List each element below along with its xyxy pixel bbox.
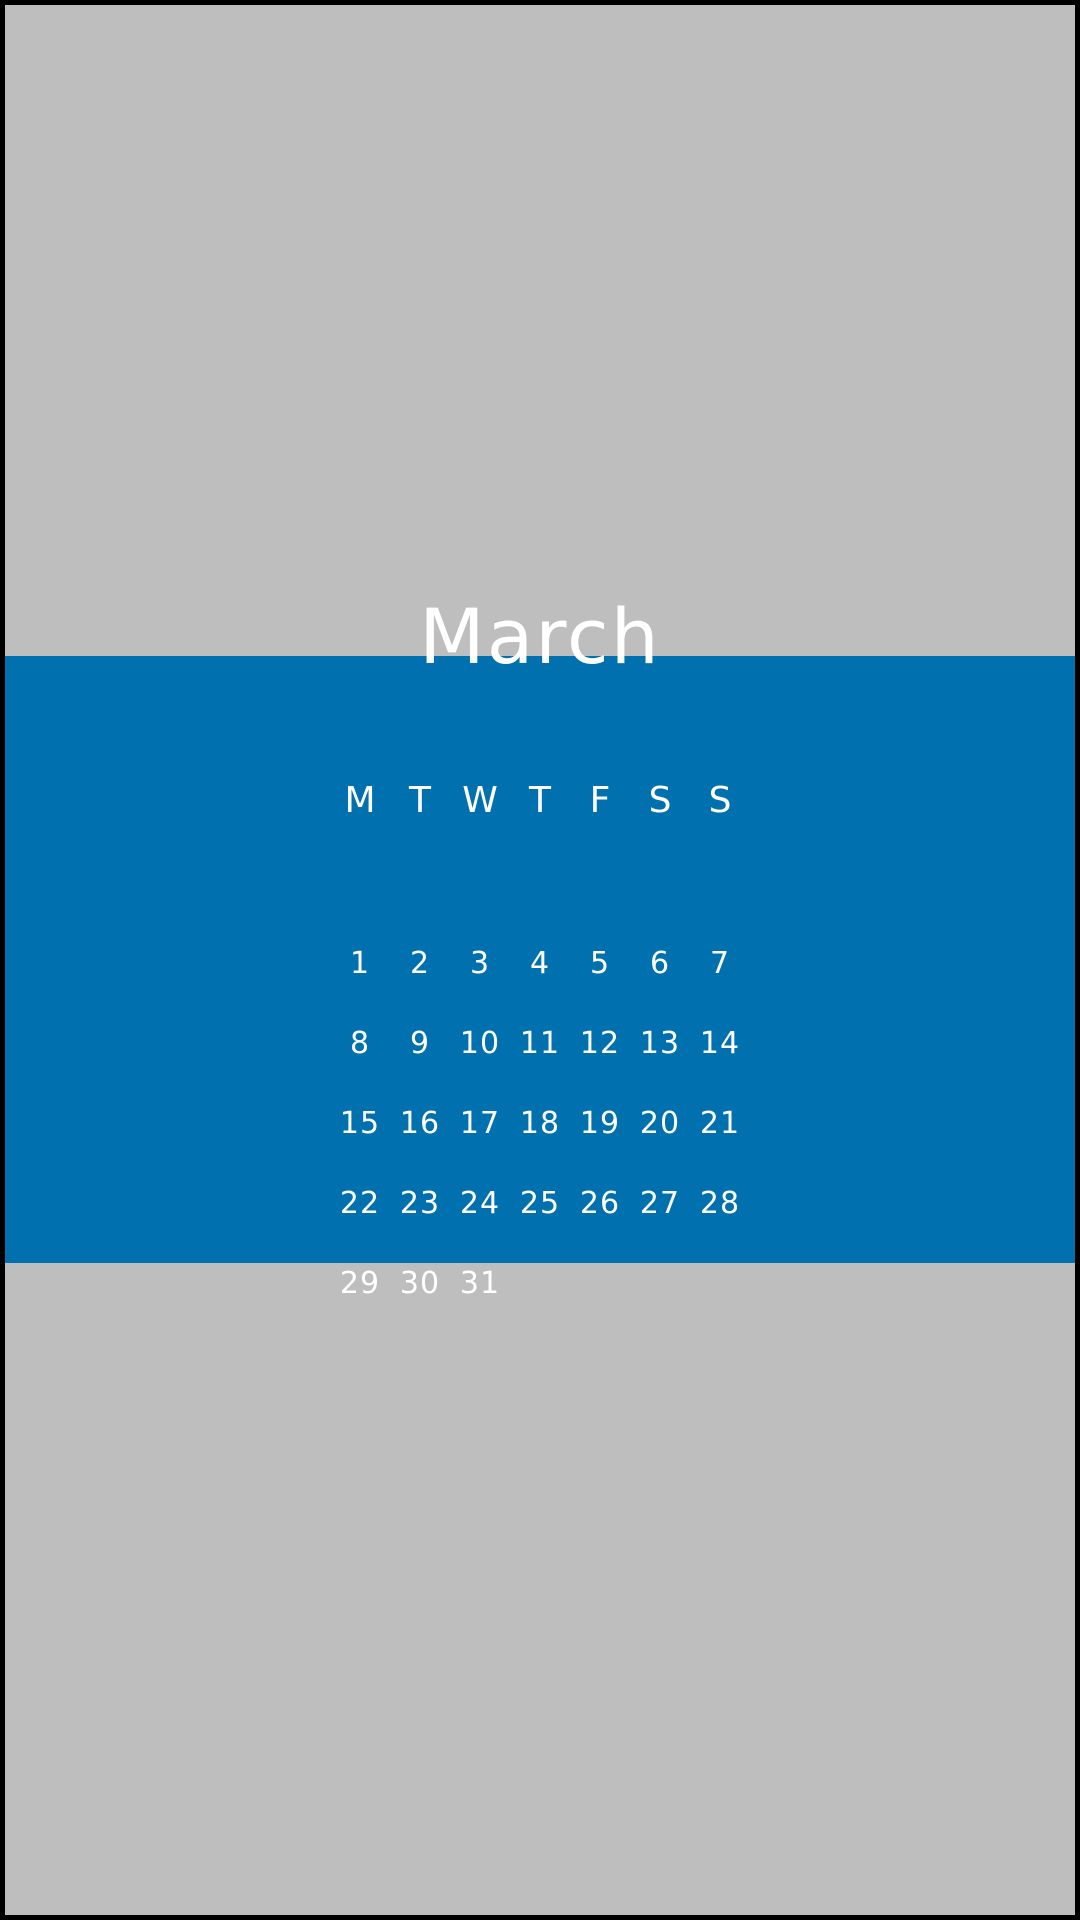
weekday-label: T [529, 780, 551, 821]
day-cell: 30 [399, 1266, 441, 1301]
day-cell: 21 [699, 1106, 741, 1141]
day-cell: 13 [639, 1026, 681, 1061]
weekday-label: M [344, 780, 376, 821]
day-cell: 31 [459, 1266, 501, 1301]
day-cell: 3 [469, 946, 491, 981]
weekday-label: S [648, 780, 672, 821]
day-cell: 24 [459, 1186, 501, 1221]
day-cell: 12 [579, 1026, 621, 1061]
month-title: March [419, 592, 661, 681]
weekday-label: W [462, 780, 498, 821]
day-cell: 8 [349, 1026, 371, 1061]
day-cell: 11 [519, 1026, 561, 1061]
day-cell: 15 [339, 1106, 381, 1141]
weekday-label: T [409, 780, 431, 821]
day-cell: 28 [699, 1186, 741, 1221]
day-cell: 10 [459, 1026, 501, 1061]
day-cell: 2 [409, 946, 431, 981]
day-cell: 5 [589, 946, 611, 981]
day-cell: 9 [409, 1026, 431, 1061]
day-cell: 6 [649, 946, 671, 981]
day-cell: 14 [699, 1026, 741, 1061]
day-cell: 19 [579, 1106, 621, 1141]
day-cell: 27 [639, 1186, 681, 1221]
weekday-label: S [708, 780, 732, 821]
day-cell: 16 [399, 1106, 441, 1141]
day-cell: 26 [579, 1186, 621, 1221]
weekday-header-row: MTWTFSS [0, 776, 1080, 826]
weekday-label: F [589, 780, 611, 821]
day-cell: 20 [639, 1106, 681, 1141]
day-cell: 7 [709, 946, 731, 981]
calendar: March MTWTFSS 1 2 3 4 5 6 7 8 9 10 11 12 13 14 15 16 17 1… [0, 0, 1080, 1920]
day-cell: 25 [519, 1186, 561, 1221]
day-cell: 29 [339, 1266, 381, 1301]
day-cell: 4 [529, 946, 551, 981]
day-cell: 17 [459, 1106, 501, 1141]
day-cell: 1 [349, 946, 371, 981]
day-cell: 18 [519, 1106, 561, 1141]
day-cell: 22 [339, 1186, 381, 1221]
day-cell: 23 [399, 1186, 441, 1221]
